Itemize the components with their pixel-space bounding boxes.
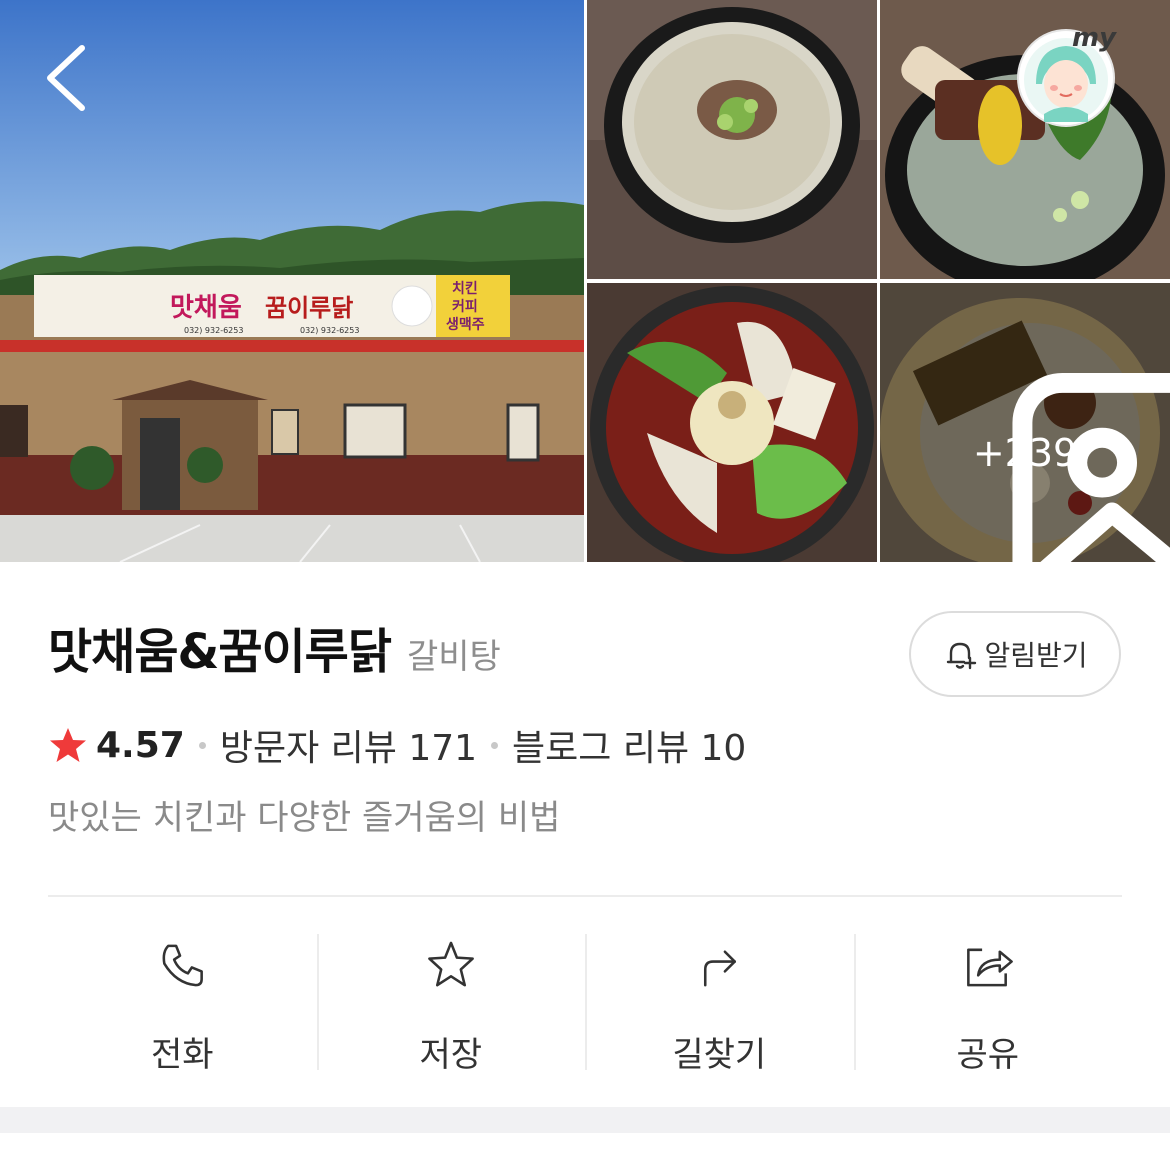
more-photos-count: +239 [972, 431, 1078, 475]
place-title-row: 맛채움&꿈이루닭 갈비탕 [48, 612, 501, 692]
bell-plus-icon [947, 642, 977, 670]
my-badge-text: my [1072, 23, 1117, 53]
signboard-side-3: 생맥주 [446, 316, 485, 333]
call-label: 전화 [150, 1035, 214, 1075]
menu-photo-soup[interactable] [587, 0, 877, 279]
place-category[interactable]: 갈비탕 [407, 629, 501, 678]
alarm-button-label: 알림받기 [984, 639, 1088, 672]
signboard-chicken-text: 꿈이루닭 [265, 294, 353, 322]
action-bar: 전화 저장 길찾기 공유 [48, 928, 1122, 1076]
blog-review-link[interactable]: 블로그 리뷰 10 [512, 719, 746, 771]
star-filled-icon [50, 728, 86, 762]
visitor-review-link[interactable]: 방문자 리뷰 171 [220, 719, 477, 771]
directions-label: 길찾기 [672, 1035, 767, 1075]
signboard-side-1: 치킨 [452, 280, 478, 297]
avatar-icon: my [1017, 23, 1117, 127]
my-profile-button[interactable]: my [1016, 22, 1124, 130]
signboard-phone-1: 032) 932-6253 [184, 326, 243, 335]
rating-review-row: 4.57 방문자 리뷰 171 블로그 리뷰 10 [48, 718, 746, 772]
back-button[interactable] [40, 40, 100, 116]
rating-value: 4.57 [96, 724, 185, 766]
share-button[interactable]: 공유 [853, 928, 1123, 1076]
phone-icon [162, 944, 204, 987]
signboard-main-text: 맛채움 [170, 293, 242, 323]
separator-dot [491, 741, 499, 749]
share-label: 공유 [956, 1035, 1020, 1075]
photo-gallery: 맛채움 꿈이루닭 032) 932-6253 032) 932-6253 치킨 … [0, 0, 1170, 562]
separator-dot [198, 741, 206, 749]
chevron-left-icon [47, 45, 85, 111]
directions-icon [704, 950, 737, 987]
more-photos-tile[interactable]: +239 [880, 283, 1170, 562]
directions-button[interactable]: 길찾기 [585, 928, 854, 1076]
place-name: 맛채움&꿈이루닭 [48, 624, 392, 680]
place-description: 맛있는 치킨과 다양한 즐거움의 비법 [48, 798, 561, 838]
signboard-side-2: 커피 [452, 299, 478, 315]
section-separator [0, 1107, 1170, 1133]
more-photos-overlay[interactable]: +239 [880, 283, 1170, 562]
menu-photo-stirfry[interactable] [587, 283, 877, 562]
divider [48, 895, 1122, 897]
signboard-phone-2: 032) 932-6253 [300, 326, 359, 335]
save-label: 저장 [419, 1035, 483, 1075]
share-icon [966, 948, 1013, 987]
save-button[interactable]: 저장 [316, 928, 586, 1076]
star-outline-icon [427, 941, 474, 987]
call-button[interactable]: 전화 [48, 928, 317, 1076]
alarm-button[interactable]: 알림받기 [909, 611, 1121, 697]
